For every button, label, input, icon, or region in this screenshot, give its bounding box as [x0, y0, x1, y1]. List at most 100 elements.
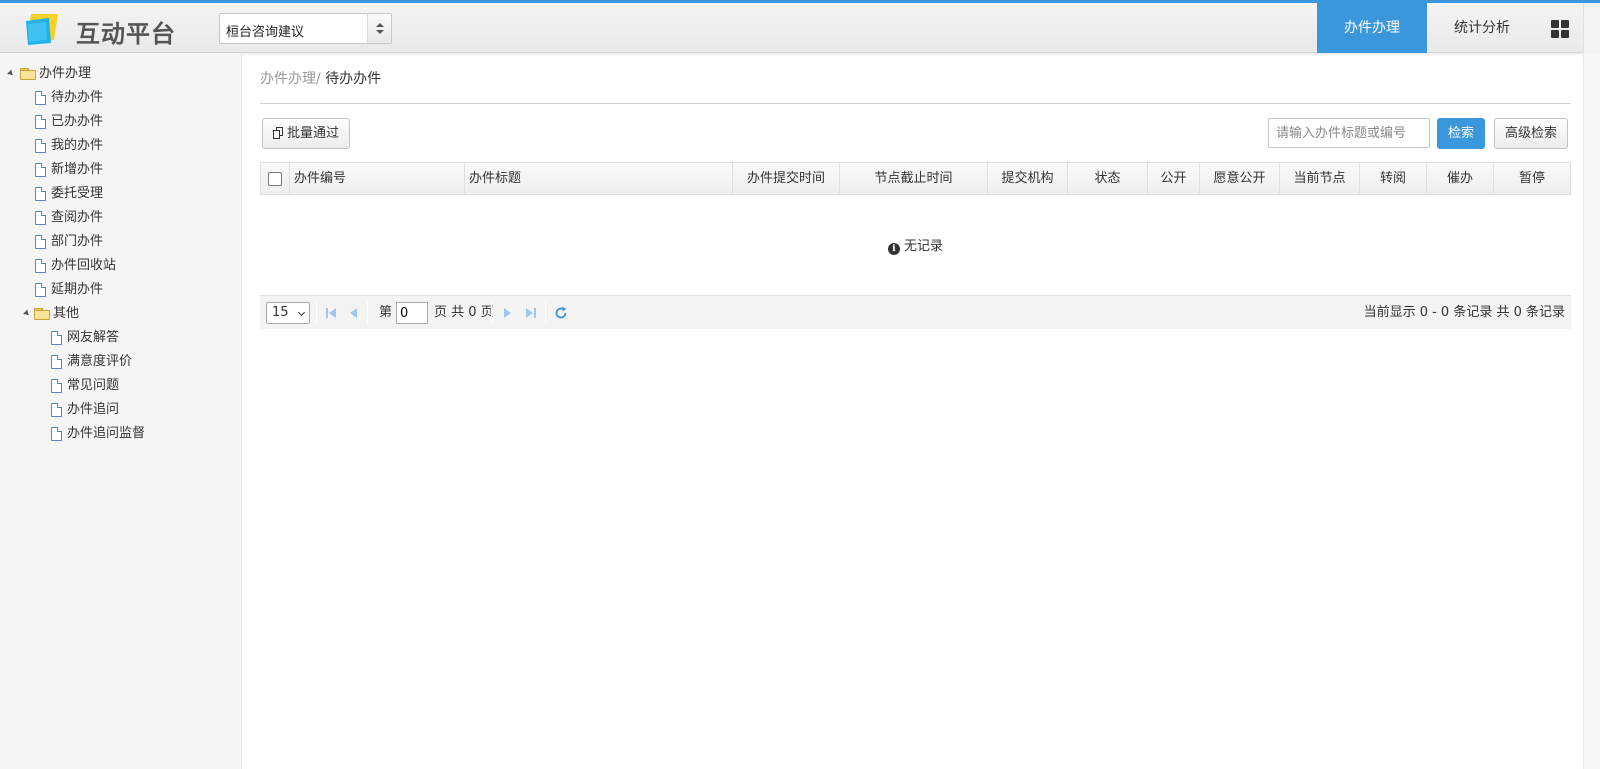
file-icon	[35, 259, 46, 273]
select-all-cell	[261, 163, 290, 194]
tree-folder-case-handling[interactable]: 办件办理	[0, 63, 240, 85]
sidebar-item-pending[interactable]: 待办办件	[34, 87, 234, 109]
sidebar-item-delegated[interactable]: 委托受理	[34, 183, 234, 205]
sidebar-item-followup-supervision[interactable]: 办件追问监督	[50, 423, 235, 445]
sidebar-item-label: 办件回收站	[51, 258, 117, 273]
sidebar-item-answers[interactable]: 网友解答	[50, 327, 235, 349]
file-icon	[51, 355, 62, 369]
pager-separator	[491, 302, 492, 324]
breadcrumb: 办件办理/ 待办办件	[260, 68, 381, 88]
col-header-pause[interactable]: 暂停	[1494, 163, 1570, 194]
col-header-public[interactable]: 公开	[1148, 163, 1200, 194]
sidebar-item-label: 满意度评价	[67, 354, 133, 369]
sidebar-item-label: 常见问题	[67, 378, 120, 393]
top-bar: 互动平台 桓台咨询建议 办件办理 统计分析	[0, 0, 1600, 53]
batch-approve-label: 批量通过	[286, 126, 339, 141]
header-divider	[260, 103, 1571, 104]
sidebar-item-department[interactable]: 部门办件	[34, 231, 234, 253]
folder-icon	[20, 68, 36, 80]
breadcrumb-parent[interactable]: 办件办理/	[260, 71, 321, 87]
file-icon	[51, 379, 62, 393]
search-input[interactable]	[1268, 118, 1430, 148]
tree-folder-other[interactable]: 其他	[16, 303, 240, 325]
page-size-value: 15	[272, 305, 289, 320]
table-header: 办件编号 办件标题 办件提交时间 节点截止时间 提交机构 状态 公开 愿意公开 …	[260, 162, 1571, 195]
refresh-icon[interactable]	[554, 306, 568, 320]
empty-state: i 无记录	[260, 195, 1571, 295]
sidebar-item-label: 部门办件	[51, 234, 104, 249]
sidebar: 办件办理 待办办件 已办办件 我的办件 新增办件 委托受理 查阅办件 部门办件 …	[0, 53, 242, 769]
select-arrows-icon	[367, 14, 391, 43]
sidebar-item-satisfaction[interactable]: 满意度评价	[50, 351, 235, 373]
advanced-search-button[interactable]: 高级检索	[1494, 118, 1568, 149]
tree-expand-icon[interactable]	[23, 309, 31, 318]
logo-icon	[26, 14, 58, 45]
record-summary: 当前显示 0 - 0 条记录 共 0 条记录	[1363, 305, 1565, 320]
col-header-deadline[interactable]: 节点截止时间	[840, 163, 988, 194]
sidebar-item-mine[interactable]: 我的办件	[34, 135, 234, 157]
system-select[interactable]: 桓台咨询建议	[219, 13, 392, 44]
file-icon	[35, 163, 46, 177]
tab-statistics[interactable]: 统计分析	[1427, 3, 1537, 53]
pagination-bar: 15 第 页 共 0 页 当前显示 0 - 0 条记录 共 0 条记录	[260, 295, 1571, 329]
page-prefix: 第	[379, 305, 393, 320]
file-icon	[35, 91, 46, 105]
col-header-willing-public[interactable]: 愿意公开	[1200, 163, 1280, 194]
empty-message: i 无记录	[260, 235, 1571, 255]
sidebar-item-done[interactable]: 已办办件	[34, 111, 234, 133]
sidebar-item-label: 网友解答	[67, 330, 120, 345]
sidebar-item-new[interactable]: 新增办件	[34, 159, 234, 181]
file-icon	[35, 283, 46, 297]
last-page-icon[interactable]	[524, 306, 538, 320]
file-icon	[35, 235, 46, 249]
info-icon: i	[887, 243, 900, 255]
sidebar-item-label: 延期办件	[51, 282, 104, 297]
col-header-organization[interactable]: 提交机构	[988, 163, 1068, 194]
col-header-current-node[interactable]: 当前节点	[1280, 163, 1360, 194]
sidebar-item-followup[interactable]: 办件追问	[50, 399, 235, 421]
copy-icon	[273, 127, 284, 139]
first-page-icon[interactable]	[324, 306, 338, 320]
col-header-forward[interactable]: 转阅	[1360, 163, 1427, 194]
file-icon	[51, 331, 62, 345]
folder-icon	[34, 308, 50, 320]
search-button[interactable]: 检索	[1437, 118, 1485, 149]
prev-page-icon[interactable]	[347, 306, 361, 320]
sidebar-item-extended[interactable]: 延期办件	[34, 279, 234, 301]
pager-separator	[367, 302, 368, 324]
sidebar-item-label: 待办办件	[51, 90, 104, 105]
col-header-urge[interactable]: 催办	[1427, 163, 1494, 194]
tree-expand-icon[interactable]	[7, 69, 15, 78]
tab-case-handling[interactable]: 办件办理	[1317, 3, 1427, 53]
tree-folder-label: 办件办理	[39, 66, 92, 81]
sidebar-item-label: 查阅办件	[51, 210, 104, 225]
page-size-select[interactable]: 15	[266, 302, 310, 324]
page-number-input[interactable]	[396, 302, 428, 324]
apps-grid-icon[interactable]	[1537, 3, 1583, 53]
col-header-title[interactable]: 办件标题	[465, 163, 733, 194]
sidebar-item-recycle-bin[interactable]: 办件回收站	[34, 255, 234, 277]
sidebar-item-label: 新增办件	[51, 162, 104, 177]
sidebar-item-label: 办件追问	[67, 402, 120, 417]
file-icon	[35, 211, 46, 225]
system-select-value: 桓台咨询建议	[226, 25, 305, 40]
batch-approve-button[interactable]: 批量通过	[262, 118, 350, 149]
sidebar-item-label: 委托受理	[51, 186, 104, 201]
select-all-checkbox[interactable]	[268, 172, 282, 186]
sidebar-item-label: 我的办件	[51, 138, 104, 153]
empty-text: 无记录	[903, 239, 943, 254]
page-scrollbar[interactable]	[1583, 53, 1600, 769]
col-header-status[interactable]: 状态	[1068, 163, 1148, 194]
file-icon	[51, 403, 62, 417]
col-header-submit-time[interactable]: 办件提交时间	[733, 163, 840, 194]
sidebar-item-review[interactable]: 查阅办件	[34, 207, 234, 229]
col-header-number[interactable]: 办件编号	[290, 163, 465, 194]
breadcrumb-current: 待办办件	[325, 71, 382, 87]
sidebar-item-faq[interactable]: 常见问题	[50, 375, 235, 397]
file-icon	[35, 115, 46, 129]
pager-separator	[316, 302, 317, 324]
file-icon	[51, 427, 62, 441]
app-title: 互动平台	[76, 20, 176, 48]
file-icon	[35, 139, 46, 153]
next-page-icon[interactable]	[500, 306, 514, 320]
